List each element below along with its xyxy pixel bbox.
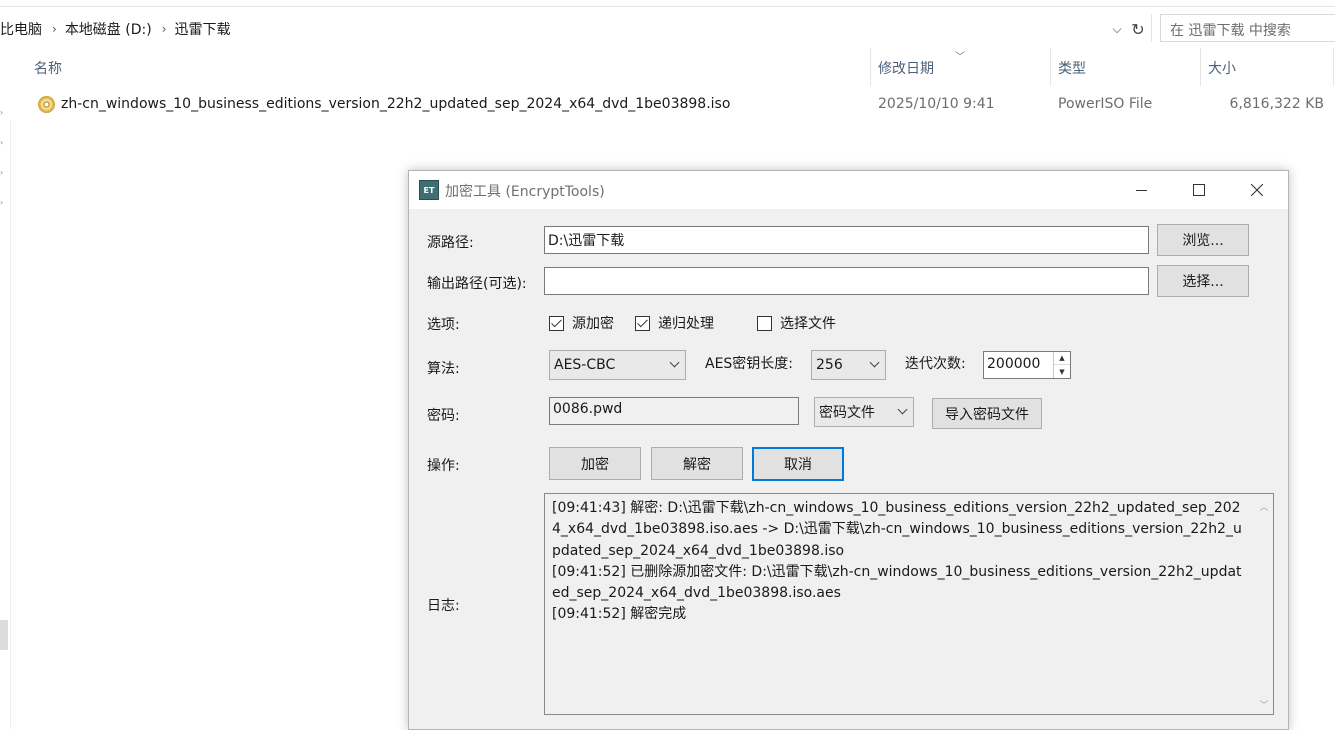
- select-files-label: 选择文件: [780, 316, 836, 332]
- log-output[interactable]: [09:41:43] 解密: D:\迅雷下载\zh-cn_windows_10_…: [544, 493, 1274, 715]
- breadcrumb-this-pc[interactable]: 比电脑: [0, 19, 42, 39]
- log-scrollbar[interactable]: ︿ ﹀: [1256, 494, 1273, 714]
- minimize-button[interactable]: [1112, 171, 1170, 209]
- encrypt-button[interactable]: 加密: [549, 447, 641, 480]
- password-mode-select[interactable]: 密码文件: [814, 397, 914, 427]
- expand-arrow-icon[interactable]: ›: [0, 198, 6, 208]
- iterations-value: 200000: [987, 356, 1041, 372]
- stepper-buttons: ▲ ▼: [1053, 352, 1070, 378]
- expand-arrow-icon[interactable]: ›: [0, 108, 6, 118]
- column-headers: 名称 ﹀ 修改日期 类型 大小: [0, 48, 1335, 86]
- key-length-label: AES密钥长度:: [705, 356, 794, 372]
- checkbox-checked-icon: [635, 315, 650, 331]
- output-path-input[interactable]: [544, 267, 1149, 295]
- scroll-up-icon[interactable]: ︿: [1259, 500, 1269, 513]
- algorithm-select[interactable]: AES-CBC: [549, 350, 686, 380]
- column-header-size[interactable]: 大小: [1208, 58, 1236, 78]
- key-length-select[interactable]: 256: [811, 350, 886, 380]
- nav-pane-divider: [10, 120, 11, 729]
- encrypt-tools-dialog: ET 加密工具 (EncryptTools) 源路径: D:\迅雷下载 浏览..…: [408, 170, 1289, 730]
- iterations-label: 迭代次数:: [905, 356, 966, 372]
- recursive-label: 递归处理: [658, 316, 714, 332]
- maximize-icon: [1193, 184, 1205, 196]
- chevron-down-icon: [669, 359, 679, 369]
- breadcrumb-folder[interactable]: 迅雷下载: [175, 19, 231, 39]
- actions-label: 操作:: [427, 458, 460, 474]
- column-divider[interactable]: [870, 48, 871, 86]
- stepper-down-icon[interactable]: ▼: [1054, 365, 1070, 378]
- algorithm-value: AES-CBC: [554, 357, 616, 373]
- browse-button[interactable]: 浏览...: [1157, 224, 1249, 256]
- file-name: zh-cn_windows_10_business_editions_versi…: [61, 96, 731, 112]
- options-label: 选项:: [427, 317, 460, 333]
- chevron-down-icon: [869, 359, 879, 369]
- column-header-name[interactable]: 名称: [34, 58, 62, 78]
- log-line: [09:41:43] 解密: D:\迅雷下载\zh-cn_windows_10_…: [552, 500, 1242, 559]
- password-input[interactable]: 0086.pwd: [549, 397, 799, 425]
- log-line: [09:41:52] 解密完成: [552, 606, 687, 623]
- source-encrypt-label: 源加密: [572, 316, 614, 332]
- app-icon: ET: [419, 180, 439, 200]
- source-path-input[interactable]: D:\迅雷下载: [544, 226, 1149, 254]
- sort-chevron-icon: ﹀: [955, 52, 965, 63]
- iterations-stepper[interactable]: 200000 ▲ ▼: [983, 351, 1071, 379]
- file-size: 6,816,322 KB: [1229, 96, 1325, 112]
- search-input[interactable]: 在 迅雷下载 中搜索: [1160, 14, 1335, 42]
- close-icon: [1251, 184, 1263, 196]
- file-type: PowerISO File: [1058, 96, 1153, 112]
- stepper-up-icon[interactable]: ▲: [1054, 352, 1070, 365]
- chevron-right-icon: ›: [52, 22, 57, 36]
- window-title: 加密工具 (EncryptTools): [445, 184, 605, 200]
- minimize-icon: [1135, 189, 1147, 191]
- refresh-icon[interactable]: ↻: [1128, 16, 1148, 42]
- decrypt-button[interactable]: 解密: [651, 447, 743, 480]
- disc-image-icon: [38, 96, 55, 113]
- breadcrumb-drive-d[interactable]: 本地磁盘 (D:): [65, 19, 152, 39]
- password-mode-value: 密码文件: [819, 405, 875, 421]
- scroll-down-icon[interactable]: ﹀: [1259, 698, 1269, 711]
- log-line: [09:41:52] 已删除源加密文件: D:\迅雷下载\zh-cn_windo…: [552, 563, 1242, 602]
- checkbox-unchecked-icon: [757, 315, 772, 331]
- import-password-button[interactable]: 导入密码文件: [932, 398, 1042, 429]
- column-header-type[interactable]: 类型: [1058, 58, 1086, 78]
- history-dropdown-icon[interactable]: ⌵: [1108, 16, 1126, 42]
- source-encrypt-checkbox[interactable]: 源加密: [549, 313, 614, 333]
- key-length-value: 256: [816, 357, 843, 373]
- source-path-label: 源路径:: [427, 235, 474, 251]
- maximize-button[interactable]: [1170, 171, 1228, 209]
- algorithm-label: 算法:: [427, 361, 460, 377]
- recursive-checkbox[interactable]: 递归处理: [635, 313, 714, 333]
- chevron-right-icon: ›: [161, 22, 167, 36]
- title-bar[interactable]: ET 加密工具 (EncryptTools): [409, 171, 1288, 209]
- window-top-border: [0, 6, 1335, 7]
- cancel-button[interactable]: 取消: [752, 447, 844, 481]
- expand-arrow-icon[interactable]: ›: [0, 168, 6, 178]
- output-path-label: 输出路径(可选):: [427, 276, 527, 292]
- breadcrumb: 比电脑 › 本地磁盘 (D:) › 迅雷下载: [0, 15, 231, 43]
- password-label: 密码:: [427, 408, 460, 424]
- select-output-button[interactable]: 选择...: [1157, 265, 1249, 297]
- column-divider[interactable]: [1200, 48, 1201, 86]
- log-label: 日志:: [427, 598, 460, 614]
- file-row[interactable]: zh-cn_windows_10_business_editions_versi…: [28, 92, 1335, 118]
- search-placeholder: 在 迅雷下载 中搜索: [1170, 23, 1291, 39]
- select-files-checkbox[interactable]: 选择文件: [757, 313, 836, 333]
- column-header-modified[interactable]: 修改日期: [878, 58, 934, 78]
- expand-arrow-icon[interactable]: ›: [0, 138, 6, 148]
- chevron-down-icon: [897, 406, 907, 416]
- file-modified: 2025/10/10 9:41: [878, 96, 995, 112]
- nav-pane-scrollbar-thumb[interactable]: [0, 620, 8, 650]
- close-button[interactable]: [1228, 171, 1286, 209]
- column-divider[interactable]: [1050, 48, 1051, 86]
- column-divider[interactable]: [1333, 48, 1334, 86]
- checkbox-checked-icon: [549, 315, 564, 331]
- log-lines: [09:41:43] 解密: D:\迅雷下载\zh-cn_windows_10_…: [552, 498, 1242, 626]
